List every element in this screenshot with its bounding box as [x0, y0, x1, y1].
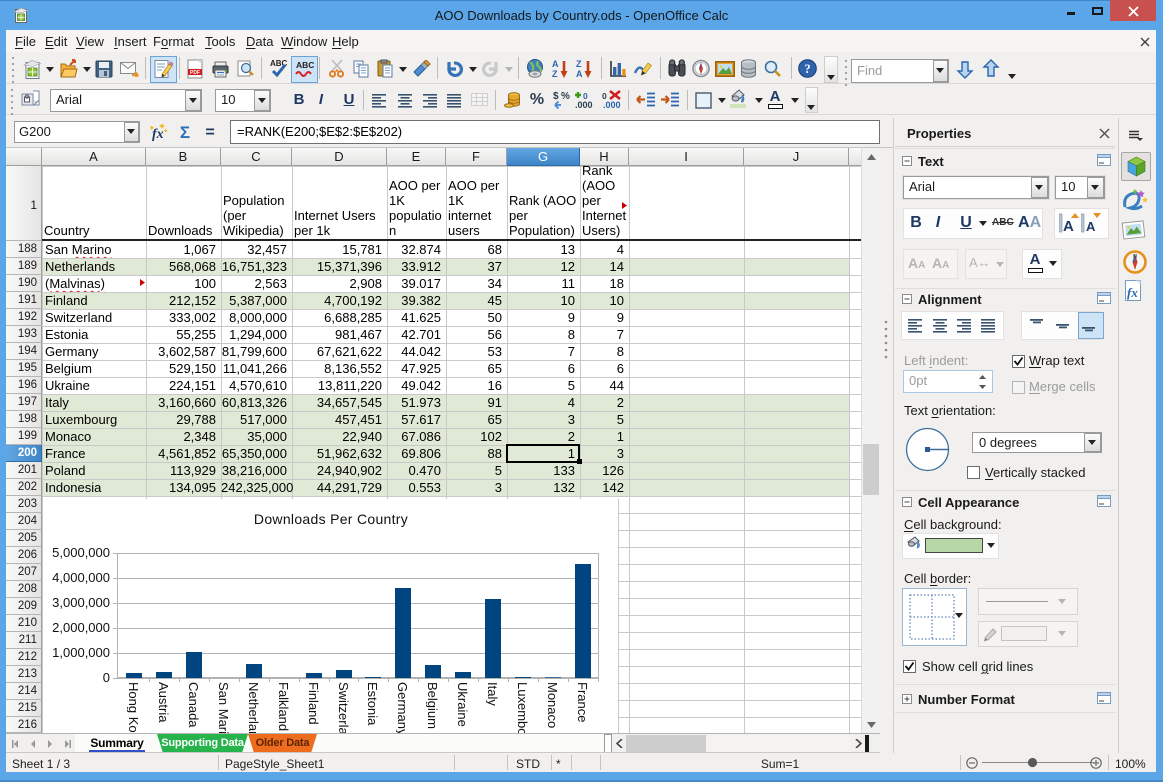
svg-text:.000: .000	[603, 100, 621, 110]
svg-text:$: $	[553, 91, 559, 102]
svg-text:fx: fx	[1127, 285, 1138, 300]
svg-text:Z: Z	[552, 69, 558, 79]
svg-text:A: A	[576, 69, 583, 79]
svg-text:PDF: PDF	[190, 70, 200, 76]
svg-text:A: A	[1086, 219, 1096, 234]
svg-text:%: %	[561, 91, 570, 102]
svg-text:?: ?	[804, 62, 810, 76]
svg-text:ABC: ABC	[296, 60, 314, 70]
svg-text:fx: fx	[152, 127, 164, 142]
svg-text:Z: Z	[576, 59, 582, 69]
svg-text:A: A	[1063, 218, 1074, 234]
svg-text:.000: .000	[575, 100, 593, 110]
svg-text:A: A	[552, 59, 559, 69]
svg-text:N: N	[1133, 254, 1137, 260]
